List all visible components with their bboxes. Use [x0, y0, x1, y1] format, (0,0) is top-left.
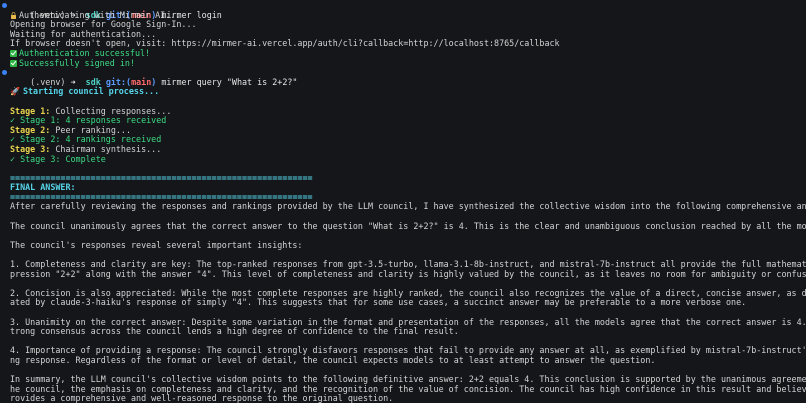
- check-box-icon: [10, 49, 17, 57]
- terminal-window[interactable]: (.venv) ➜ sdk git:(main) mirmer login Au…: [0, 0, 806, 403]
- check-box-icon: [10, 59, 17, 67]
- callback-url-text[interactable]: If browser doesn't open, visit: https://…: [10, 38, 560, 49]
- answer-text-line: After carefully reviewing the responses …: [10, 201, 806, 212]
- output-line: 🚀 Starting council process...: [10, 86, 160, 97]
- answer-text-line: The council unanimously agrees that the …: [10, 220, 806, 231]
- prompt-indicator-icon: [2, 70, 7, 76]
- answer-text-line: rovides a comprehensive and well-reasone…: [10, 393, 394, 403]
- answer-text-line: ated by claude-3-haiku's response of sim…: [10, 297, 747, 308]
- answer-text-line: pression "2+2" along with the answer "4"…: [10, 268, 806, 279]
- command-text: mirmer query "What is 2+2?": [161, 76, 298, 87]
- prompt-indicator-icon: [2, 3, 7, 8]
- answer-text-line: trong consensus across the council lends…: [10, 326, 459, 337]
- rocket-icon: 🚀: [10, 87, 20, 97]
- lock-key-icon: [10, 11, 17, 19]
- answer-text-line: ng response. Regardless of the format or…: [10, 354, 656, 365]
- answer-text-line: The council's responses reveal several i…: [10, 239, 303, 250]
- output-line: Successfully signed in!: [0, 58, 806, 69]
- prompt-line: (.venv) ➜ sdk git:(main) mirmer query "W…: [0, 68, 806, 87]
- stage-done-line: ✓ Stage 3: Complete: [10, 153, 106, 164]
- stage-line: Stage 3: Chairman synthesis...: [10, 143, 162, 154]
- separator-line: ========================================…: [10, 172, 313, 183]
